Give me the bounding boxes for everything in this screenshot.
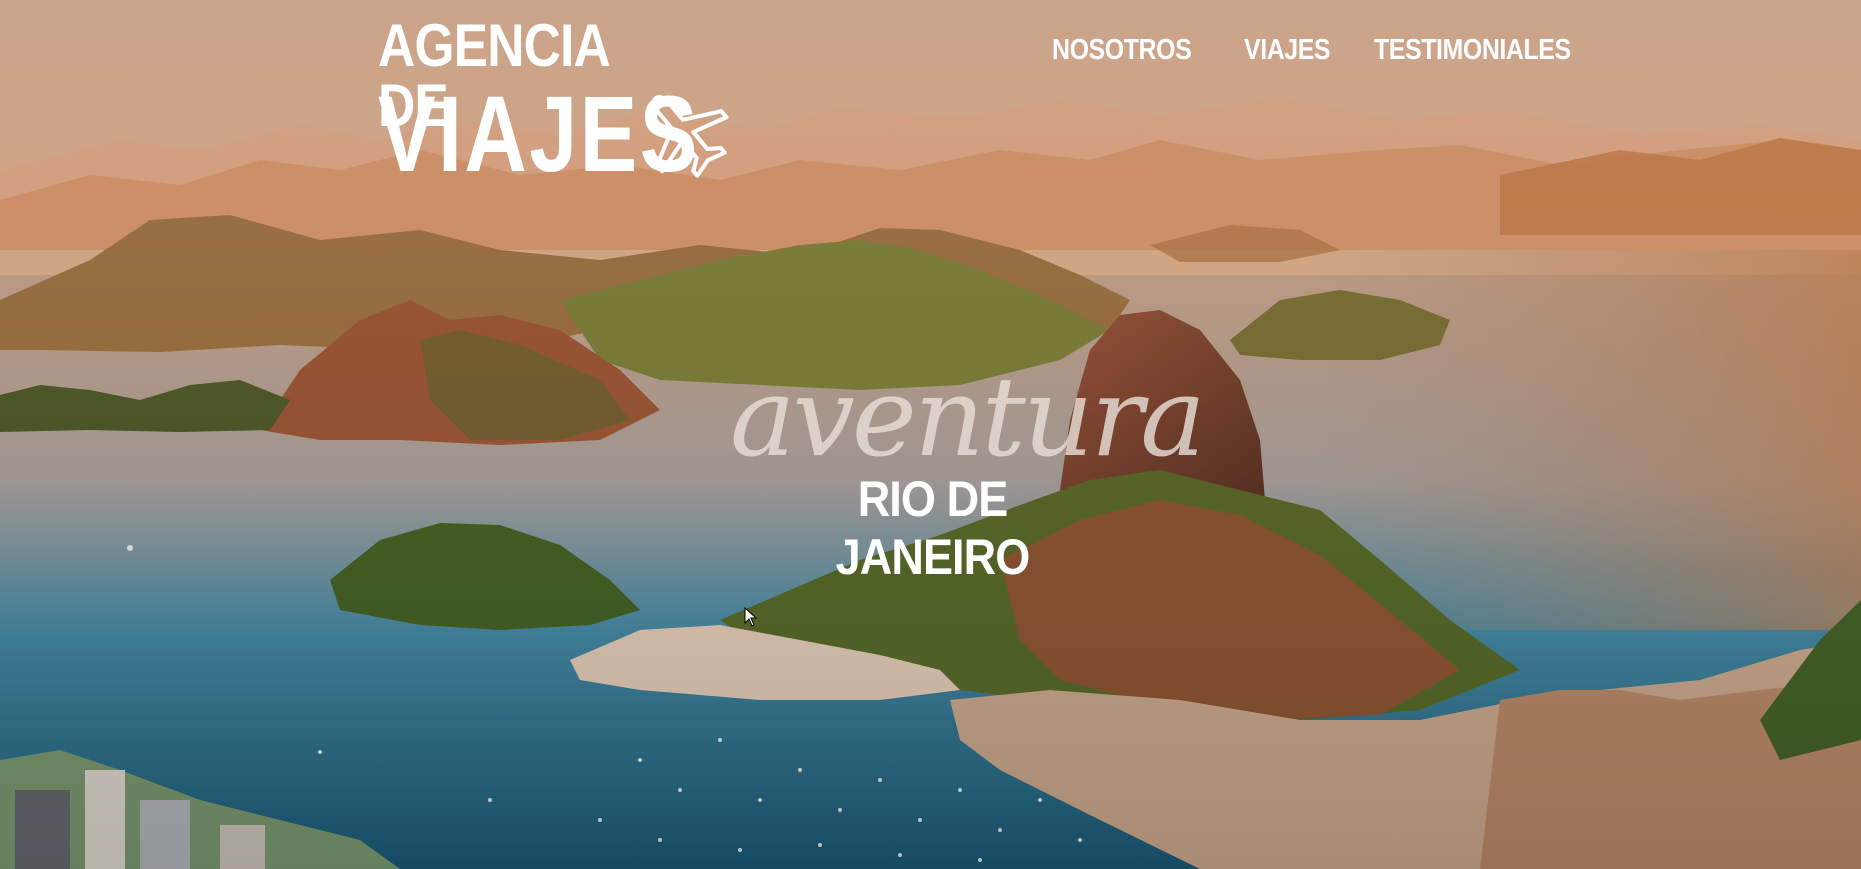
main-nav: NOSOTROS VIAJES TESTIMONIALES bbox=[1052, 34, 1603, 67]
nav-link-testimoniales[interactable]: TESTIMONIALES bbox=[1374, 34, 1571, 67]
mouse-cursor-icon bbox=[744, 607, 758, 627]
site-logo[interactable]: AGENCIA DE VIAJES bbox=[378, 16, 738, 188]
hero-destination-title: RIO DE JANEIRO bbox=[835, 471, 1031, 585]
airplane-icon bbox=[651, 95, 729, 178]
hero-tagline: aventura bbox=[730, 353, 1206, 481]
nav-link-viajes[interactable]: VIAJES bbox=[1244, 34, 1331, 67]
nav-link-nosotros[interactable]: NOSOTROS bbox=[1052, 34, 1192, 67]
